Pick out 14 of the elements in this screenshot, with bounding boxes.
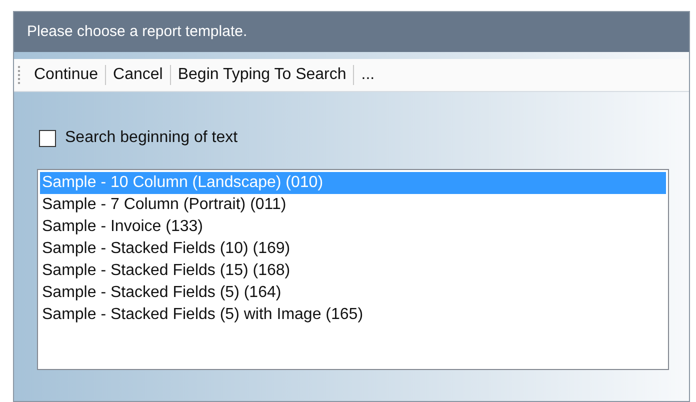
window-title: Please choose a report template.: [27, 22, 248, 42]
toolbar-button[interactable]: Continue: [33, 63, 100, 87]
checkbox[interactable]: [39, 130, 56, 146]
toolbar-button[interactable]: Cancel: [112, 63, 164, 87]
list-item[interactable]: Sample - Stacked Fields (5) (164): [40, 282, 666, 304]
list-item[interactable]: Sample - Invoice (133): [40, 216, 666, 238]
toolbar-button[interactable]: Begin Typing To Search: [176, 63, 348, 87]
checkbox-label: Search beginning of text: [65, 128, 238, 148]
grip-icon[interactable]: [18, 66, 21, 84]
list-item[interactable]: Sample - 7 Column (Portrait) (011): [40, 194, 666, 216]
list-item[interactable]: Sample - Stacked Fields (5) with Image (165): [40, 304, 666, 326]
list-item[interactable]: Sample - Stacked Fields (10) (169): [40, 238, 666, 260]
toolbar-button[interactable]: ...: [360, 63, 376, 87]
list-item[interactable]: Sample - Stacked Fields (15) (168): [40, 260, 666, 282]
